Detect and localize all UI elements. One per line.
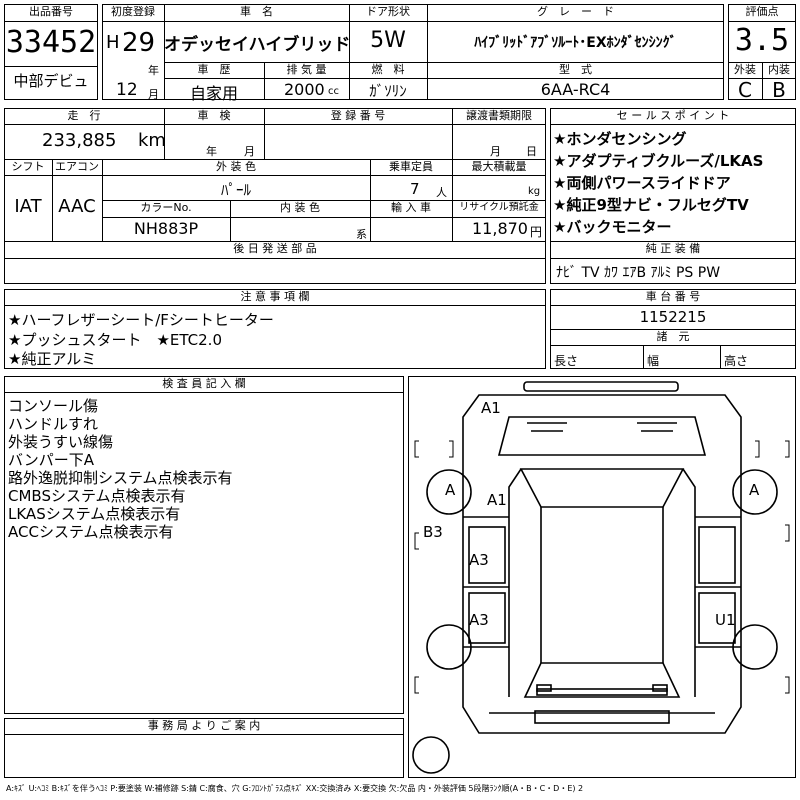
parts-label: 後 日 発 送 部 品	[233, 242, 317, 255]
width-label: 幅	[647, 354, 660, 368]
height-label: 高さ	[724, 354, 749, 368]
load-label: 最大積載量	[471, 160, 527, 173]
inspection-year-unit: 年	[206, 145, 217, 158]
notes-line: ★純正アルミ	[8, 350, 97, 368]
type-code: 6AA-RC4	[540, 80, 611, 99]
reg-year: 29	[122, 28, 156, 58]
int-color-unit: 系	[356, 228, 367, 241]
grade: ﾊｲﾌﾞﾘｯﾄﾞｱﾌﾞｿﾙｰﾄ･EXﾎﾝﾀﾞｾﾝｼﾝｸﾞ	[474, 35, 677, 51]
displacement-unit: cc	[328, 86, 339, 97]
score: 3.5	[734, 23, 790, 58]
damage-mark: A	[445, 481, 456, 499]
recycle-unit: 円	[530, 225, 543, 239]
displacement: 2000	[284, 80, 325, 99]
color-label: 外 装 色	[216, 160, 256, 173]
score-label: 評価点	[745, 5, 779, 18]
inspector-label: 検 査 員 記 入 欄	[162, 377, 246, 390]
recycle-value: 11,870	[472, 219, 528, 238]
era: H	[106, 32, 120, 53]
interior-grade: B	[772, 78, 786, 102]
transfer-month-unit: 月	[490, 145, 501, 158]
lot-label: 出品番号	[29, 5, 73, 18]
import-label: 輸 入 車	[391, 201, 431, 214]
ac: AAC	[58, 196, 96, 217]
inspection-label: 車 検	[197, 109, 231, 122]
mileage-label: 走 行	[67, 109, 101, 122]
color-no: NH883P	[133, 219, 199, 238]
inspector-line: ACCシステム点検表示有	[8, 523, 174, 541]
month-unit: 月	[148, 88, 159, 101]
vehicle-diagram: A1 A A A1 B3 A3 A3 U1	[408, 376, 796, 778]
model-label: 車 名	[240, 5, 273, 18]
damage-mark: B3	[423, 523, 443, 541]
displacement-label: 排 気 量	[286, 63, 327, 76]
equipment-value: ﾅﾋﾞ TV ｶﾜ ｴｱB ｱﾙﾐ PS PW	[556, 265, 721, 281]
interior-label: 内装	[768, 63, 790, 76]
shift: IAT	[14, 196, 42, 217]
damage-mark: A3	[469, 611, 489, 629]
chassis-label: 車 台 番 号	[645, 290, 701, 303]
damage-mark: A	[749, 481, 760, 499]
damage-mark: A3	[469, 551, 489, 569]
legend: A:ｷｽﾞ U:ﾍｺﾐ B:ｷｽﾞを伴うﾍｺﾐ P:要塗装 W:補修跡 S:錆 …	[6, 784, 584, 793]
first-reg-label: 初度登録	[111, 5, 155, 18]
exterior-label: 外装	[734, 63, 756, 76]
sales-point-item: ★両側パワースライドドア	[553, 174, 731, 192]
seats-unit: 人	[436, 186, 447, 199]
int-color-label: 内 装 色	[280, 201, 320, 214]
model-name: オデッセイハイブリッド	[164, 35, 351, 55]
type-label: 型 式	[559, 63, 592, 76]
door-type: 5W	[370, 28, 406, 53]
year-unit: 年	[148, 64, 159, 77]
office-label: 事 務 局 よ り ご 案 内	[147, 719, 261, 732]
fuel: ｶﾞｿﾘﾝ	[369, 82, 407, 100]
mileage: 233,885	[42, 130, 117, 151]
color-no-label: カラーNo.	[140, 201, 192, 214]
lot-number: 33452	[5, 25, 97, 60]
load-unit: kg	[528, 186, 541, 197]
recycle-label: リサイクル預託金	[459, 202, 539, 213]
sales-point-item: ★純正9型ナビ・フルセグTV	[553, 196, 749, 214]
seats-label: 乗車定員	[389, 160, 433, 173]
reg-month: 12	[116, 80, 138, 100]
notes-line: ★ハーフレザーシート/Fシートヒーター	[8, 311, 274, 329]
sales-points-label: セ ー ル ス ポ イ ン ト	[616, 109, 730, 122]
history: 自家用	[189, 84, 238, 103]
transfer-label: 譲渡書類期限	[466, 109, 532, 122]
sales-point-item: ★ホンダセンシング	[553, 130, 687, 148]
damage-mark: A1	[487, 491, 507, 509]
shift-label: シフト	[11, 160, 45, 173]
equipment-label: 純 正 装 備	[645, 242, 701, 255]
sales-point-item: ★アダプティブクルーズ/LKAS	[553, 152, 764, 170]
seats: 7	[410, 180, 420, 198]
inspection-month-unit: 月	[244, 145, 255, 158]
dims-label: 諸 元	[656, 330, 690, 343]
mileage-unit: km	[138, 130, 166, 151]
exterior-grade: C	[738, 78, 752, 102]
chassis-number: 1152215	[639, 308, 707, 326]
history-label: 車 歴	[197, 63, 231, 76]
length-label: 長さ	[554, 354, 579, 368]
notes-label: 注 意 事 項 欄	[240, 290, 310, 303]
ac-label: エアコン	[55, 160, 99, 173]
damage-mark: U1	[715, 611, 736, 629]
debut-label: 中部デビュ	[13, 72, 89, 90]
color: ﾊﾟｰﾙ	[220, 181, 251, 199]
door-label: ドア形状	[366, 5, 410, 18]
notes-line: ★プッシュスタート ★ETC2.0	[8, 331, 222, 349]
damage-mark: A1	[481, 399, 501, 417]
fuel-label: 燃 料	[371, 63, 405, 76]
transfer-day-unit: 日	[526, 145, 537, 158]
reg-no-label: 登 録 番 号	[330, 109, 386, 122]
sales-point-item: ★バックモニター	[553, 218, 672, 236]
grade-label: グ レ ー ド	[537, 5, 614, 18]
